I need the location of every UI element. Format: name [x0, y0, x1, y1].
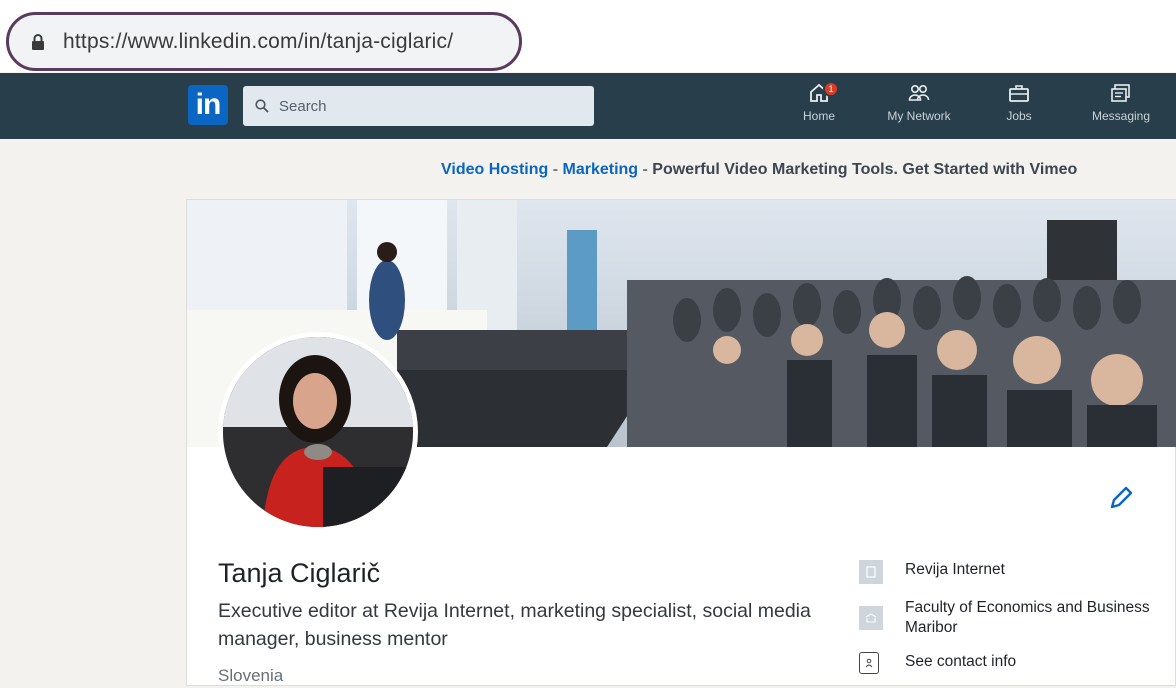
see-contact-info-link[interactable]: See contact info [905, 652, 1016, 672]
ad-separator: - [548, 161, 563, 178]
profile-photo-image [223, 337, 413, 527]
profile-location: Slovenia [218, 666, 284, 685]
education-row[interactable]: Faculty of Economics and Business Maribo… [859, 598, 1169, 638]
current-company-row[interactable]: Revija Internet [859, 560, 1169, 584]
linkedin-navbar: in Search 1 Home My Network Jobs Messagi… [0, 73, 1176, 139]
ad-link-video-hosting[interactable]: Video Hosting [441, 161, 548, 178]
linkedin-logo[interactable]: in [188, 85, 228, 125]
contact-info-row[interactable]: See contact info [859, 652, 1169, 674]
search-input[interactable]: Search [243, 86, 594, 126]
lock-icon [32, 33, 44, 50]
nav-label-messaging: Messaging [1091, 109, 1151, 123]
ad-separator: - [638, 161, 653, 178]
profile-card: Tanja Ciglarič Executive editor at Revij… [186, 199, 1176, 686]
browser-address-bar: https://www.linkedin.com/in/tanja-ciglar… [0, 0, 1176, 72]
profile-sidebar-info: Revija Internet Faculty of Economics and… [859, 560, 1169, 688]
education: Faculty of Economics and Business Maribo… [905, 599, 1150, 636]
current-company: Revija Internet [905, 561, 1005, 578]
network-icon [908, 85, 930, 101]
school-logo-icon [859, 606, 883, 630]
nav-messaging[interactable]: Messaging [1076, 81, 1166, 133]
search-icon [255, 99, 269, 113]
search-placeholder: Search [279, 97, 327, 115]
profile-photo[interactable] [218, 332, 418, 532]
edit-pencil-icon[interactable] [1107, 484, 1135, 512]
ad-copy: Powerful Video Marketing Tools. Get Star… [652, 161, 1078, 178]
nav-label-jobs: Jobs [1006, 109, 1032, 123]
url-field[interactable]: https://www.linkedin.com/in/tanja-ciglar… [6, 12, 522, 71]
profile-headline: Executive editor at Revija Internet, mar… [218, 600, 811, 650]
nav-home[interactable]: 1 Home [774, 81, 864, 133]
url-text: https://www.linkedin.com/in/tanja-ciglar… [63, 29, 454, 53]
nav-jobs[interactable]: Jobs [974, 81, 1064, 133]
sponsored-ad-line[interactable]: Video Hosting - Marketing - Powerful Vid… [441, 161, 1077, 179]
nav-my-network[interactable]: My Network [874, 81, 964, 133]
contact-card-icon [859, 652, 879, 674]
briefcase-icon [1009, 85, 1029, 102]
nav-label-my-network: My Network [887, 109, 951, 123]
company-logo-icon [859, 560, 883, 584]
ad-link-marketing[interactable]: Marketing [562, 161, 638, 178]
notification-badge: 1 [823, 81, 839, 97]
messaging-icon [1111, 84, 1130, 102]
profile-name: Tanja Ciglarič [218, 558, 381, 588]
nav-label-home: Home [802, 109, 835, 123]
